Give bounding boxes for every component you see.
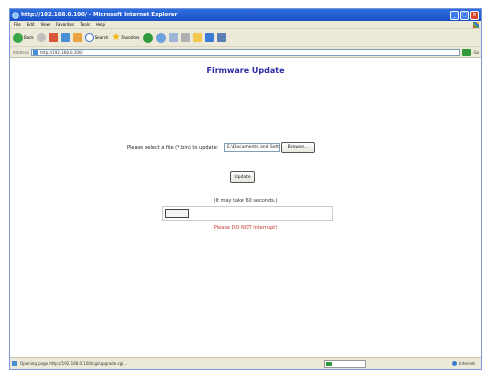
media-icon: [142, 32, 153, 43]
status-progress-fill: [326, 361, 332, 366]
address-bar: Address http://192.168.0.100/ Go: [10, 47, 481, 58]
home-icon: [72, 33, 82, 42]
toolbar: Back Search ★ Favorites: [10, 29, 481, 47]
page-title: Firmware Update: [206, 66, 285, 75]
update-progress-bar: [162, 206, 333, 221]
forward-arrow-icon: [36, 33, 46, 42]
file-prompt-label: Please select a file (*.bin) to update:: [127, 145, 219, 151]
minimize-button[interactable]: _: [450, 10, 459, 20]
print-icon: [180, 33, 190, 42]
zone-text: Internet: [459, 360, 475, 366]
address-label: Address: [13, 49, 29, 55]
back-arrow-icon: [13, 32, 23, 43]
page-content: Firmware Update Please select a file (*.…: [10, 58, 481, 359]
menu-item-help[interactable]: Help: [96, 22, 105, 27]
menu-item-file[interactable]: File: [14, 22, 21, 27]
search-icon: [84, 33, 94, 42]
globe-icon: [452, 361, 458, 367]
favorites-button[interactable]: ★ Favorites: [111, 31, 140, 43]
stop-icon: [48, 33, 58, 42]
back-button[interactable]: Back: [13, 32, 34, 43]
back-label: Back: [24, 35, 34, 40]
star-icon: ★: [111, 31, 121, 43]
go-icon[interactable]: [462, 48, 472, 56]
title-bar: http://192.168.0.100/ - Microsoft Intern…: [10, 9, 481, 21]
maximize-button[interactable]: □: [460, 10, 469, 20]
duration-note: (It may take 60 seconds.): [213, 198, 278, 204]
mail-button[interactable]: [168, 33, 178, 42]
close-button[interactable]: ×: [470, 10, 479, 20]
ie-icon: [12, 11, 19, 19]
refresh-icon: [60, 33, 70, 42]
refresh-button[interactable]: [60, 33, 70, 42]
history-button[interactable]: [155, 32, 166, 43]
stop-button[interactable]: [48, 33, 58, 42]
history-icon: [155, 32, 166, 43]
update-button[interactable]: Update: [230, 171, 255, 183]
go-button[interactable]: Go: [473, 50, 479, 55]
status-bar: Opening page http://192.168.0.100/cgi/up…: [10, 357, 481, 369]
search-label: Search: [94, 35, 109, 40]
status-text: Opening page http://192.168.0.100/cgi/up…: [20, 361, 128, 366]
browser-window: http://192.168.0.100/ - Microsoft Intern…: [9, 8, 482, 370]
warning-text: Please DO NOT interrupt!: [213, 225, 278, 231]
menu-item-tools[interactable]: Tools: [80, 22, 90, 27]
menu-bar: File Edit View Favorites Tools Help: [10, 21, 481, 29]
file-path-input[interactable]: E:\Documents and Settin: [224, 143, 280, 152]
messenger-button[interactable]: [204, 33, 214, 42]
home-button[interactable]: [72, 33, 82, 42]
favorites-label: Favorites: [121, 35, 140, 40]
folder-icon: [192, 33, 202, 42]
tools-button[interactable]: [216, 33, 226, 42]
page-icon: [32, 49, 38, 55]
mail-icon: [168, 33, 178, 42]
menu-item-view[interactable]: View: [40, 22, 50, 27]
browse-button[interactable]: Browse...: [281, 142, 315, 153]
windows-logo-icon: [473, 21, 479, 28]
media-button[interactable]: [142, 32, 153, 43]
window-title: http://192.168.0.100/ - Microsoft Intern…: [21, 12, 178, 18]
print-button[interactable]: [180, 33, 190, 42]
messenger-icon: [204, 33, 214, 42]
folder-button[interactable]: [192, 33, 202, 42]
search-button[interactable]: Search: [84, 33, 109, 42]
tools-icon: [216, 33, 226, 42]
security-zone-label: Internet: [452, 361, 481, 367]
menu-item-favorites[interactable]: Favorites: [56, 22, 74, 27]
address-input[interactable]: http://192.168.0.100/: [30, 48, 461, 56]
address-value: http://192.168.0.100/: [39, 49, 83, 55]
progress-indicator: [165, 209, 189, 218]
forward-button[interactable]: [36, 33, 46, 42]
menu-item-edit[interactable]: Edit: [27, 22, 35, 27]
status-progress-bar: [324, 359, 366, 368]
